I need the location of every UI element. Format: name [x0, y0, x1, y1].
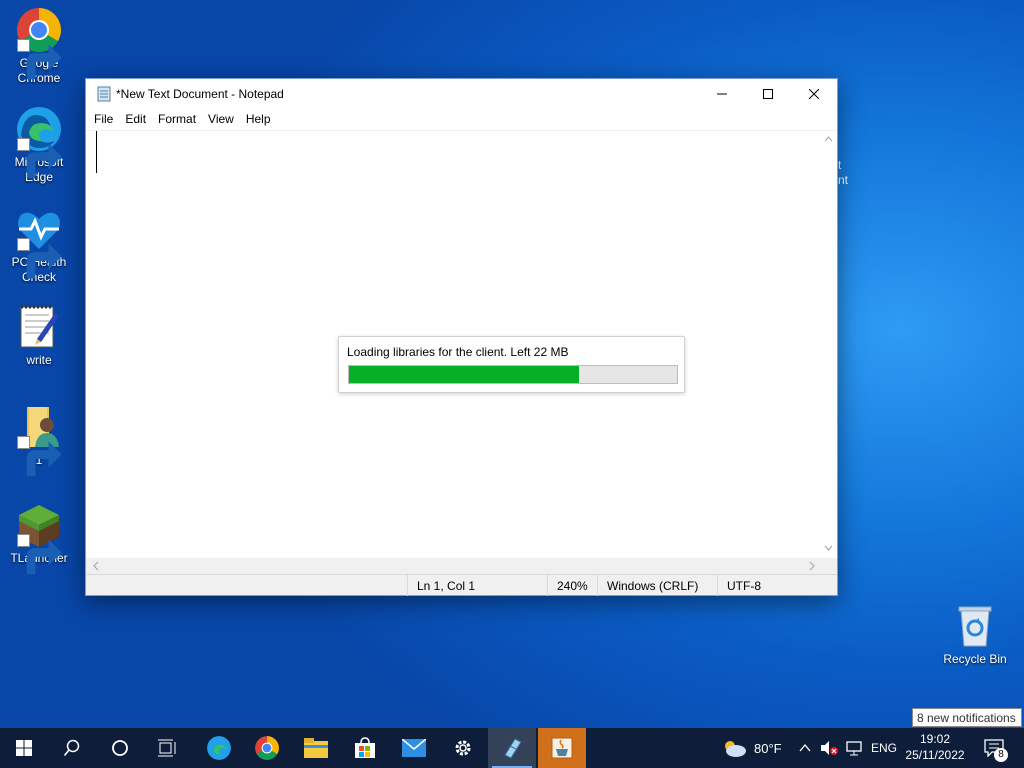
progress-bar	[348, 365, 678, 384]
shortcut-arrow-icon	[17, 534, 62, 575]
clock-time: 19:02	[919, 732, 951, 746]
folder-icon	[304, 738, 328, 758]
close-icon	[809, 89, 819, 99]
cortana-circle-icon	[112, 740, 128, 756]
clock-date: 25/11/2022	[905, 748, 965, 762]
loading-message: Loading libraries for the client. Left 2…	[347, 345, 569, 359]
chrome-icon	[255, 736, 279, 760]
mail-envelope-icon	[402, 739, 426, 757]
shortcut-arrow-icon	[17, 39, 62, 80]
edge-icon	[207, 736, 231, 760]
window-title: *New Text Document - Notepad	[116, 87, 284, 101]
network-icon[interactable]	[845, 740, 863, 756]
maximize-icon	[763, 89, 773, 99]
task-view-icon	[158, 739, 176, 757]
notepad-pen-icon	[15, 303, 63, 351]
menu-file[interactable]: File	[88, 110, 119, 130]
notification-tooltip: 8 new notifications	[912, 708, 1022, 727]
status-line-ending: Windows (CRLF)	[597, 575, 717, 596]
taskbar-settings[interactable]	[439, 728, 487, 768]
edge-icon	[15, 105, 63, 179]
taskbar-edge[interactable]	[195, 728, 243, 768]
clock[interactable]: 19:02 25/11/2022	[900, 731, 970, 763]
grass-block-icon	[15, 501, 63, 575]
taskbar-microsoft-store[interactable]	[341, 728, 389, 768]
store-bag-icon	[355, 737, 375, 758]
desktop-icon-label: write	[26, 353, 52, 367]
scroll-down-icon	[824, 545, 833, 551]
status-zoom: 240%	[547, 575, 597, 596]
desktop-icon-1[interactable]: 1	[1, 403, 77, 477]
maximize-button[interactable]	[745, 79, 791, 109]
start-button[interactable]	[0, 728, 48, 768]
heart-pulse-icon	[15, 205, 63, 279]
shortcut-arrow-icon	[17, 238, 62, 279]
menu-bar: File Edit Format View Help	[86, 110, 837, 130]
search-icon	[63, 739, 80, 757]
notepad-app-icon	[504, 738, 522, 759]
status-encoding: UTF-8	[717, 575, 837, 596]
language-indicator[interactable]: ENG	[871, 741, 897, 755]
loading-dialog: Loading libraries for the client. Left 2…	[338, 336, 685, 393]
action-center-button[interactable]: 8	[972, 728, 1016, 768]
weather-cloud-sun-icon[interactable]	[721, 738, 747, 758]
recycle-bin-icon	[951, 602, 999, 650]
taskbar-chrome[interactable]	[243, 728, 291, 768]
taskbar-file-explorer[interactable]	[292, 728, 340, 768]
menu-format[interactable]: Format	[152, 110, 202, 130]
taskbar-mail[interactable]	[390, 728, 438, 768]
notepad-app-icon	[96, 86, 112, 102]
title-bar[interactable]: *New Text Document - Notepad	[86, 79, 837, 110]
gear-icon	[455, 740, 471, 756]
shortcut-arrow-icon	[17, 436, 62, 477]
desktop-icon-chrome[interactable]: Google Chrome	[1, 6, 77, 86]
task-view-button[interactable]	[144, 728, 192, 768]
scroll-left-icon	[93, 561, 99, 571]
speaker-muted-icon[interactable]	[820, 740, 838, 756]
cortana-button[interactable]	[96, 728, 144, 768]
menu-view[interactable]: View	[202, 110, 240, 130]
windows-logo-icon	[16, 740, 32, 756]
notification-count-badge: 8	[994, 748, 1008, 762]
weather-temperature[interactable]: 80°F	[754, 741, 782, 756]
chevron-up-icon[interactable]	[799, 743, 811, 753]
search-button[interactable]	[48, 728, 96, 768]
status-bar: Ln 1, Col 1 240% Windows (CRLF) UTF-8	[86, 574, 837, 596]
user-folder-icon	[15, 403, 63, 477]
taskbar-java-app[interactable]	[538, 728, 586, 768]
hidden-icon-label-fragment: t	[838, 158, 842, 172]
chrome-icon	[15, 6, 63, 80]
desktop-icon-write[interactable]: write	[1, 303, 77, 368]
hidden-icon-label-fragment: nt	[838, 173, 849, 187]
scroll-up-icon	[824, 136, 833, 142]
status-cursor-position: Ln 1, Col 1	[407, 575, 547, 596]
taskbar: 80°F ENG 19:02 25/11/2022 8	[0, 728, 1024, 768]
shortcut-arrow-icon	[17, 138, 62, 179]
desktop-icon-label: Recycle Bin	[943, 652, 1007, 666]
horizontal-scrollbar[interactable]	[86, 558, 837, 574]
progress-bar-fill	[349, 366, 579, 383]
desktop-icon-recycle-bin[interactable]: Recycle Bin	[937, 602, 1013, 667]
text-caret	[96, 131, 97, 173]
java-cup-icon	[551, 737, 573, 759]
menu-edit[interactable]: Edit	[119, 110, 152, 130]
desktop-icon-tlauncher[interactable]: TLauncher	[1, 501, 77, 575]
vertical-scrollbar[interactable]	[820, 131, 837, 556]
minimize-icon	[717, 93, 727, 95]
menu-help[interactable]: Help	[240, 110, 277, 130]
scroll-right-icon	[809, 561, 815, 571]
close-button[interactable]	[791, 79, 837, 109]
taskbar-notepad[interactable]	[488, 728, 536, 768]
minimize-button[interactable]	[699, 79, 745, 109]
desktop-icon-pc-health-check[interactable]: PC Health Check	[1, 205, 77, 285]
desktop-icon-edge[interactable]: Microsoft Edge	[1, 105, 77, 185]
